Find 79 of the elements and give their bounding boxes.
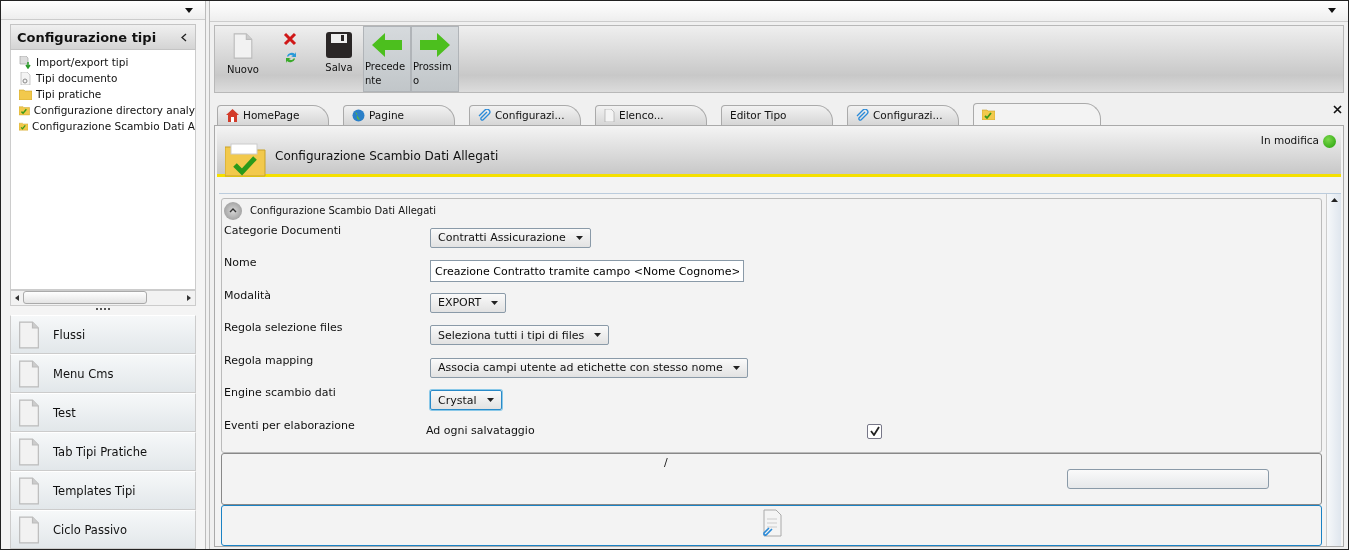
folder-check-icon xyxy=(19,104,30,117)
right-arrow-icon xyxy=(420,32,450,57)
caret-icon xyxy=(732,365,740,370)
folder-check-icon xyxy=(982,108,995,120)
input-field[interactable] xyxy=(1067,469,1269,489)
field-label: Engine scambio dati xyxy=(224,385,337,399)
path-text: / xyxy=(664,456,668,469)
document-icon xyxy=(17,398,41,427)
document-icon xyxy=(17,359,41,388)
field-label: Nome xyxy=(224,255,258,269)
status-dot-icon xyxy=(1323,134,1336,148)
caret-icon xyxy=(491,300,499,305)
tree-item[interactable]: Import/export tipi xyxy=(19,54,195,71)
status-label: In modifica xyxy=(1260,133,1319,146)
toolbar-button[interactable]: Prossimo xyxy=(411,25,459,93)
folder-icon xyxy=(19,88,32,101)
tab[interactable]: Elenco... xyxy=(595,104,707,125)
navigation-item[interactable]: Menu Cms xyxy=(10,354,196,393)
dropdown[interactable]: Contratti Assicurazione xyxy=(430,227,591,248)
globe-icon xyxy=(352,108,365,122)
field-label: Eventi per elaborazione xyxy=(224,417,356,432)
document-icon xyxy=(604,108,615,122)
toolbar-button[interactable]: Nuovo xyxy=(219,25,267,93)
document-icon xyxy=(17,320,41,349)
splitter-grip[interactable] xyxy=(96,308,110,313)
scroll-up-icon[interactable] xyxy=(1330,197,1338,202)
tree-item[interactable]: Configurazione directory analy xyxy=(19,102,195,119)
left-arrow-icon xyxy=(372,32,402,57)
page-title: Configurazione Scambio Dati Allegati xyxy=(275,148,499,163)
text-field[interactable]: Creazione Contratto tramite campo <Nome Cognome> xyxy=(430,260,744,282)
navigation-item[interactable]: Templates Tipi xyxy=(10,471,196,510)
sidebar-title: Configurazione tipi xyxy=(17,29,157,45)
dropdown-caret-icon[interactable] xyxy=(1328,8,1336,14)
chevron-icon xyxy=(229,208,237,213)
dropdown[interactable]: Associa campi utente ad etichette con stesso nome xyxy=(430,357,748,378)
paperclip-icon xyxy=(856,108,869,122)
field-label: Modalità xyxy=(224,287,273,302)
checkbox[interactable] xyxy=(867,423,882,439)
dropdown-caret-icon[interactable] xyxy=(185,7,193,13)
document-icon xyxy=(19,71,32,85)
caret-icon xyxy=(486,398,494,402)
document-icon xyxy=(17,437,41,466)
tab[interactable]: Configurazi... xyxy=(847,104,959,125)
collapse-button[interactable] xyxy=(181,32,187,42)
field-label: Regola mapping xyxy=(224,352,315,367)
save-icon xyxy=(326,31,352,58)
document-icon xyxy=(17,515,41,544)
vertical-scrollbar[interactable] xyxy=(1326,193,1341,546)
dropdown[interactable]: Crystal xyxy=(430,390,502,410)
navigation-item[interactable]: Tab Tipi Pratiche xyxy=(10,432,196,471)
navigation-item[interactable]: Ciclo Passivo xyxy=(10,510,196,549)
scroll-left-icon[interactable] xyxy=(15,294,19,301)
folder-check-icon xyxy=(19,120,29,133)
tree-item[interactable]: Configurazione Scambio Dati A xyxy=(19,118,195,135)
tab[interactable]: Configurazi... xyxy=(469,104,581,125)
navigation-item[interactable]: Test xyxy=(10,393,196,432)
home-icon xyxy=(226,108,239,122)
tree-item[interactable]: Tipi pratiche xyxy=(19,86,195,103)
paperclip-icon xyxy=(478,108,491,122)
document-icon xyxy=(17,476,41,505)
toolbar-button[interactable]: Salva xyxy=(315,25,363,93)
section-title: Configurazione Scambio Dati Allegati xyxy=(250,205,437,216)
field-label: Categorie Documenti xyxy=(224,222,343,237)
dropdown[interactable]: Seleziona tutti i tipi di files xyxy=(430,325,610,345)
tab[interactable]: Editor Tipo xyxy=(721,104,833,125)
field-label: Regola selezione files xyxy=(224,320,344,334)
navigation-item[interactable]: Flussi xyxy=(10,315,196,354)
document-icon xyxy=(232,31,254,60)
import-icon xyxy=(19,55,32,69)
caret-icon xyxy=(594,333,602,337)
tab[interactable]: Pagine xyxy=(343,104,455,125)
scroll-right-icon[interactable] xyxy=(187,294,191,301)
option-label: Ad ogni salvataggio xyxy=(426,423,535,437)
tree-item[interactable]: Tipi documento xyxy=(19,70,195,87)
close-icon[interactable] xyxy=(1333,105,1342,115)
dropdown[interactable]: EXPORT xyxy=(430,292,507,313)
tab[interactable]: HomePage xyxy=(217,104,329,125)
toolbar-button[interactable]: Precedente xyxy=(363,25,411,93)
caret-icon xyxy=(575,235,583,240)
